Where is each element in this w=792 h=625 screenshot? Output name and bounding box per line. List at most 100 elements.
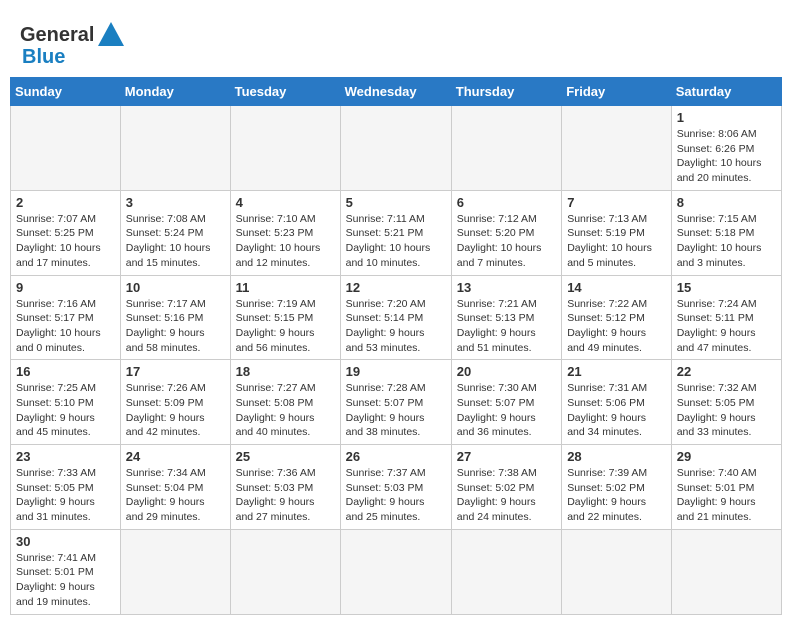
calendar-cell bbox=[451, 106, 561, 191]
column-header-wednesday: Wednesday bbox=[340, 78, 451, 106]
calendar-cell bbox=[11, 106, 121, 191]
logo-icon-svg bbox=[96, 20, 126, 50]
day-number: 11 bbox=[236, 280, 335, 295]
logo-text-blue: Blue bbox=[22, 46, 65, 69]
day-info: Sunrise: 7:33 AM Sunset: 5:05 PM Dayligh… bbox=[16, 466, 115, 525]
day-info: Sunrise: 7:32 AM Sunset: 5:05 PM Dayligh… bbox=[677, 381, 776, 440]
column-header-tuesday: Tuesday bbox=[230, 78, 340, 106]
day-number: 9 bbox=[16, 280, 115, 295]
day-info: Sunrise: 7:13 AM Sunset: 5:19 PM Dayligh… bbox=[567, 212, 666, 271]
calendar-cell: 8 Sunrise: 7:15 AM Sunset: 5:18 PM Daylig… bbox=[671, 190, 781, 275]
day-info: Sunrise: 7:38 AM Sunset: 5:02 PM Dayligh… bbox=[457, 466, 556, 525]
calendar-cell: 24 Sunrise: 7:34 AM Sunset: 5:04 PM Dayli… bbox=[120, 445, 230, 530]
calendar-cell: 20 Sunrise: 7:30 AM Sunset: 5:07 PM Dayli… bbox=[451, 360, 561, 445]
calendar-header-row: SundayMondayTuesdayWednesdayThursdayFrid… bbox=[11, 78, 782, 106]
calendar-table: SundayMondayTuesdayWednesdayThursdayFrid… bbox=[10, 77, 782, 615]
day-number: 8 bbox=[677, 195, 776, 210]
calendar-cell: 22 Sunrise: 7:32 AM Sunset: 5:05 PM Dayli… bbox=[671, 360, 781, 445]
calendar-cell: 2Sunrise: 7:07 AM Sunset: 5:25 PM Daylig… bbox=[11, 190, 121, 275]
day-number: 21 bbox=[567, 364, 666, 379]
page-header: General Blue bbox=[10, 10, 782, 77]
day-number: 26 bbox=[346, 449, 446, 464]
logo-text-general: General bbox=[20, 24, 94, 47]
day-number: 22 bbox=[677, 364, 776, 379]
calendar-cell: 10 Sunrise: 7:17 AM Sunset: 5:16 PM Dayli… bbox=[120, 275, 230, 360]
day-info: Sunrise: 7:22 AM Sunset: 5:12 PM Dayligh… bbox=[567, 297, 666, 356]
calendar-cell: 25Sunrise: 7:36 AM Sunset: 5:03 PM Dayli… bbox=[230, 445, 340, 530]
day-number: 28 bbox=[567, 449, 666, 464]
day-number: 25 bbox=[236, 449, 335, 464]
calendar-cell bbox=[562, 529, 672, 614]
calendar-cell: 17 Sunrise: 7:26 AM Sunset: 5:09 PM Dayli… bbox=[120, 360, 230, 445]
day-info: Sunrise: 7:34 AM Sunset: 5:04 PM Dayligh… bbox=[126, 466, 225, 525]
calendar-cell: 26Sunrise: 7:37 AM Sunset: 5:03 PM Dayli… bbox=[340, 445, 451, 530]
calendar-week-row: 9Sunrise: 7:16 AM Sunset: 5:17 PM Daylig… bbox=[11, 275, 782, 360]
day-number: 7 bbox=[567, 195, 666, 210]
day-info: Sunrise: 7:19 AM Sunset: 5:15 PM Dayligh… bbox=[236, 297, 335, 356]
calendar-cell bbox=[120, 106, 230, 191]
calendar-cell: 11 Sunrise: 7:19 AM Sunset: 5:15 PM Dayli… bbox=[230, 275, 340, 360]
day-number: 3 bbox=[126, 195, 225, 210]
calendar-week-row: 30 Sunrise: 7:41 AM Sunset: 5:01 PM Dayli… bbox=[11, 529, 782, 614]
column-header-monday: Monday bbox=[120, 78, 230, 106]
day-info: Sunrise: 7:41 AM Sunset: 5:01 PM Dayligh… bbox=[16, 551, 115, 610]
day-info: Sunrise: 7:31 AM Sunset: 5:06 PM Dayligh… bbox=[567, 381, 666, 440]
day-info: Sunrise: 7:25 AM Sunset: 5:10 PM Dayligh… bbox=[16, 381, 115, 440]
day-number: 23 bbox=[16, 449, 115, 464]
day-number: 29 bbox=[677, 449, 776, 464]
calendar-cell bbox=[230, 529, 340, 614]
calendar-cell: 16Sunrise: 7:25 AM Sunset: 5:10 PM Dayli… bbox=[11, 360, 121, 445]
column-header-thursday: Thursday bbox=[451, 78, 561, 106]
calendar-cell: 14 Sunrise: 7:22 AM Sunset: 5:12 PM Dayli… bbox=[562, 275, 672, 360]
day-info: Sunrise: 7:30 AM Sunset: 5:07 PM Dayligh… bbox=[457, 381, 556, 440]
day-info: Sunrise: 7:39 AM Sunset: 5:02 PM Dayligh… bbox=[567, 466, 666, 525]
day-number: 19 bbox=[346, 364, 446, 379]
day-number: 20 bbox=[457, 364, 556, 379]
calendar-cell: 9Sunrise: 7:16 AM Sunset: 5:17 PM Daylig… bbox=[11, 275, 121, 360]
calendar-cell: 15Sunrise: 7:24 AM Sunset: 5:11 PM Dayli… bbox=[671, 275, 781, 360]
day-info: Sunrise: 7:11 AM Sunset: 5:21 PM Dayligh… bbox=[346, 212, 446, 271]
day-info: Sunrise: 7:17 AM Sunset: 5:16 PM Dayligh… bbox=[126, 297, 225, 356]
column-header-saturday: Saturday bbox=[671, 78, 781, 106]
day-number: 13 bbox=[457, 280, 556, 295]
column-header-sunday: Sunday bbox=[11, 78, 121, 106]
calendar-cell: 7 Sunrise: 7:13 AM Sunset: 5:19 PM Daylig… bbox=[562, 190, 672, 275]
calendar-cell bbox=[340, 529, 451, 614]
day-number: 12 bbox=[346, 280, 446, 295]
day-number: 4 bbox=[236, 195, 335, 210]
calendar-cell bbox=[120, 529, 230, 614]
calendar-cell: 3Sunrise: 7:08 AM Sunset: 5:24 PM Daylig… bbox=[120, 190, 230, 275]
calendar-cell bbox=[562, 106, 672, 191]
calendar-cell: 23 Sunrise: 7:33 AM Sunset: 5:05 PM Dayli… bbox=[11, 445, 121, 530]
day-info: Sunrise: 7:27 AM Sunset: 5:08 PM Dayligh… bbox=[236, 381, 335, 440]
day-info: Sunrise: 7:26 AM Sunset: 5:09 PM Dayligh… bbox=[126, 381, 225, 440]
day-number: 17 bbox=[126, 364, 225, 379]
day-number: 14 bbox=[567, 280, 666, 295]
day-number: 15 bbox=[677, 280, 776, 295]
calendar-cell: 21 Sunrise: 7:31 AM Sunset: 5:06 PM Dayli… bbox=[562, 360, 672, 445]
calendar-week-row: 16Sunrise: 7:25 AM Sunset: 5:10 PM Dayli… bbox=[11, 360, 782, 445]
day-number: 30 bbox=[16, 534, 115, 549]
day-info: Sunrise: 8:06 AM Sunset: 6:26 PM Dayligh… bbox=[677, 127, 776, 186]
day-number: 24 bbox=[126, 449, 225, 464]
day-info: Sunrise: 7:15 AM Sunset: 5:18 PM Dayligh… bbox=[677, 212, 776, 271]
calendar-cell bbox=[451, 529, 561, 614]
day-info: Sunrise: 7:40 AM Sunset: 5:01 PM Dayligh… bbox=[677, 466, 776, 525]
calendar-cell: 30 Sunrise: 7:41 AM Sunset: 5:01 PM Dayli… bbox=[11, 529, 121, 614]
calendar-cell: 1Sunrise: 8:06 AM Sunset: 6:26 PM Daylig… bbox=[671, 106, 781, 191]
day-number: 10 bbox=[126, 280, 225, 295]
day-number: 18 bbox=[236, 364, 335, 379]
calendar-cell bbox=[671, 529, 781, 614]
calendar-week-row: 1Sunrise: 8:06 AM Sunset: 6:26 PM Daylig… bbox=[11, 106, 782, 191]
day-info: Sunrise: 7:28 AM Sunset: 5:07 PM Dayligh… bbox=[346, 381, 446, 440]
calendar-week-row: 23 Sunrise: 7:33 AM Sunset: 5:05 PM Dayli… bbox=[11, 445, 782, 530]
logo: General Blue bbox=[20, 20, 126, 69]
calendar-cell: 5Sunrise: 7:11 AM Sunset: 5:21 PM Daylig… bbox=[340, 190, 451, 275]
day-number: 27 bbox=[457, 449, 556, 464]
calendar-cell: 27 Sunrise: 7:38 AM Sunset: 5:02 PM Dayli… bbox=[451, 445, 561, 530]
calendar-cell: 19 Sunrise: 7:28 AM Sunset: 5:07 PM Dayli… bbox=[340, 360, 451, 445]
calendar-cell bbox=[230, 106, 340, 191]
day-info: Sunrise: 7:20 AM Sunset: 5:14 PM Dayligh… bbox=[346, 297, 446, 356]
calendar-cell bbox=[340, 106, 451, 191]
calendar-cell: 28 Sunrise: 7:39 AM Sunset: 5:02 PM Dayli… bbox=[562, 445, 672, 530]
